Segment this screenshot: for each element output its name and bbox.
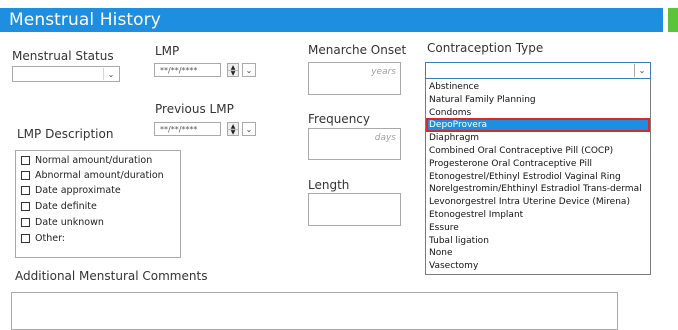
contraception-option[interactable]: Condoms [427, 107, 649, 119]
menstrual-status-label: Menstrual Status [12, 49, 114, 63]
contraception-option[interactable]: None [427, 247, 649, 259]
contraception-option[interactable]: Etonogestrel/Ethinyl Estrodiol Vaginal R… [427, 171, 649, 183]
contraception-option[interactable]: Vasectomy [427, 260, 649, 272]
checkbox[interactable] [21, 233, 30, 243]
contraception-option[interactable]: Etonogestrel Implant [427, 209, 649, 221]
lmp-calendar-dropdown[interactable]: ⌄ [242, 63, 256, 77]
menarche-onset-unit: years [371, 67, 396, 77]
contraception-option[interactable]: Progesterone Oral Contraceptive Pill [427, 158, 649, 170]
lmp-date-input[interactable]: **/**/**** [154, 63, 221, 77]
chevron-down-icon: ⌄ [245, 65, 253, 75]
frequency-label: Frequency [308, 112, 370, 126]
contraception-option[interactable]: DepoProvera [426, 118, 650, 133]
contraception-options-list[interactable]: Abstinence Natural Family Planning Condoms… [425, 79, 651, 275]
lmp-description-label: LMP Description [17, 127, 114, 141]
section-title: Menstrual History [9, 10, 161, 30]
contraception-option[interactable]: Abstinence [427, 81, 649, 93]
contraception-option[interactable]: Diaphragm [427, 132, 649, 144]
contraception-type-select[interactable]: ⌄ [425, 62, 651, 79]
chevron-down-icon: ⌄ [103, 68, 118, 80]
checkbox[interactable] [21, 155, 30, 165]
checkbox[interactable] [21, 185, 30, 195]
checkbox-normal-amount[interactable]: Normal amount/duration [21, 153, 152, 167]
menstrual-status-select[interactable]: ⌄ [12, 66, 120, 82]
length-label: Length [308, 178, 350, 192]
length-input[interactable] [308, 193, 401, 226]
menarche-onset-label: Menarche Onset [308, 43, 407, 57]
lmp-label: LMP [155, 44, 180, 58]
menarche-onset-input[interactable]: years [308, 62, 401, 95]
contraception-option[interactable]: Levonorgestrel Intra Uterine Device (Mir… [427, 196, 649, 208]
spin-down-icon[interactable]: ▼ [228, 70, 238, 77]
side-tab[interactable] [668, 8, 678, 32]
checkbox-date-unknown[interactable]: Date unknown [21, 215, 104, 229]
contraception-option[interactable]: Tubal ligation [427, 235, 649, 247]
contraception-option[interactable]: Essure [427, 222, 649, 234]
spin-down-icon[interactable]: ▼ [228, 129, 238, 136]
comments-label: Additional Menstural Comments [15, 269, 208, 283]
checkbox[interactable] [21, 201, 30, 211]
frequency-unit: days [374, 133, 396, 143]
contraception-option[interactable]: Norelgestromin/Ehthinyl Estradiol Trans-… [427, 183, 649, 195]
checkbox-date-approximate[interactable]: Date approximate [21, 183, 121, 197]
checkbox-abnormal-amount[interactable]: Abnormal amount/duration [21, 168, 164, 182]
chevron-down-icon: ⌄ [634, 64, 649, 77]
checkbox-other[interactable]: Other: [21, 231, 65, 245]
comments-textarea[interactable] [11, 292, 618, 330]
contraception-option[interactable]: Natural Family Planning [427, 94, 649, 106]
checkbox[interactable] [21, 217, 30, 227]
frequency-input[interactable]: days [308, 128, 401, 160]
lmp-description-checklist: Normal amount/duration Abnormal amount/d… [15, 150, 181, 258]
previous-lmp-calendar-dropdown[interactable]: ⌄ [242, 122, 256, 136]
previous-lmp-spinner[interactable]: ▲ ▼ [227, 122, 239, 136]
previous-lmp-label: Previous LMP [155, 102, 234, 116]
previous-lmp-date-input[interactable]: **/**/**** [154, 122, 221, 136]
lmp-spinner[interactable]: ▲ ▼ [227, 63, 239, 77]
checkbox[interactable] [21, 170, 30, 180]
contraception-option[interactable]: Combined Oral Contraceptive Pill (COCP) [427, 145, 649, 157]
contraception-type-label: Contraception Type [427, 41, 544, 55]
checkbox-date-definite[interactable]: Date definite [21, 199, 97, 213]
chevron-down-icon: ⌄ [245, 124, 253, 134]
